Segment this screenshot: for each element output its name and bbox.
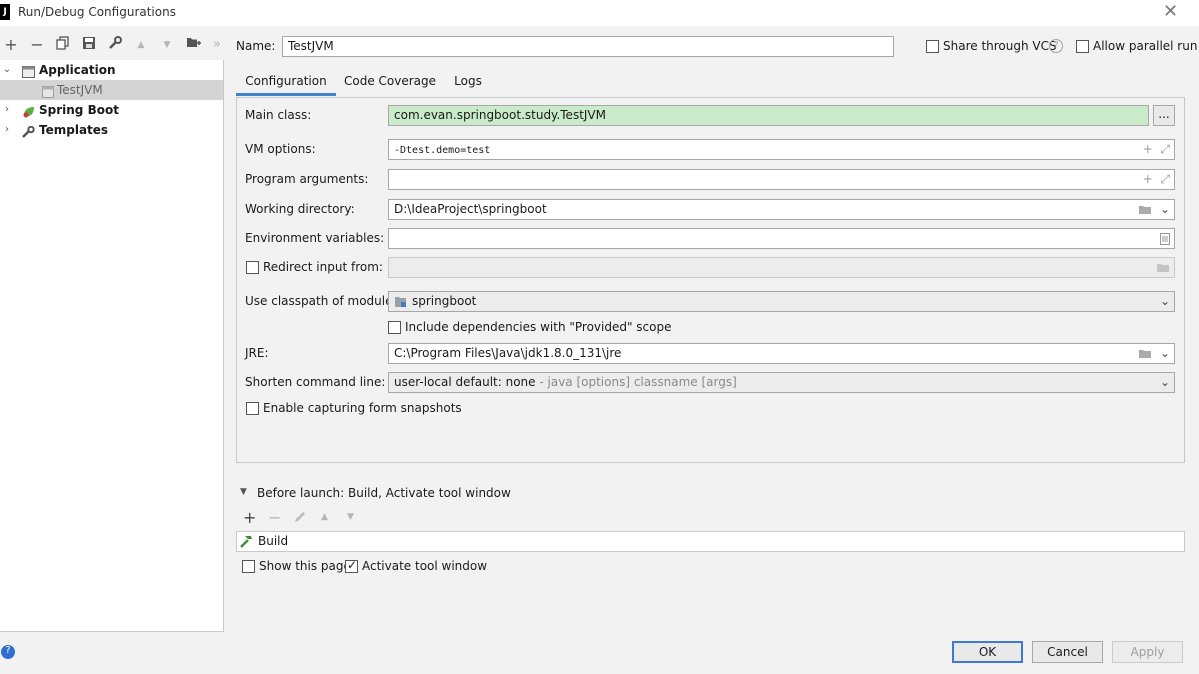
expand-icon[interactable]: + ⤢ xyxy=(1143,140,1170,159)
question-icon[interactable]: ? xyxy=(1049,39,1063,53)
working-dir-input[interactable]: D:\IdeaProject\springboot ⌄ xyxy=(388,199,1175,220)
hammer-icon xyxy=(239,534,254,552)
folder-add-icon[interactable] xyxy=(185,36,201,54)
move-task-up-icon: ▲ xyxy=(321,512,328,522)
browse-main-class-button[interactable]: ... xyxy=(1153,105,1175,126)
remove-icon[interactable]: − xyxy=(29,36,45,54)
redirect-input-label[interactable]: Redirect input from: xyxy=(263,260,383,274)
redirect-input-field xyxy=(388,257,1175,278)
tab-bar: Configuration Code Coverage Logs xyxy=(236,68,1184,97)
tree-item-spring-boot[interactable]: › Spring Boot xyxy=(0,100,223,120)
tree-item-label: Spring Boot xyxy=(39,103,119,117)
tree-item-label: Application xyxy=(39,63,116,77)
before-launch-task-list: Build xyxy=(236,531,1185,552)
jre-label: JRE: xyxy=(245,346,269,360)
show-page-label[interactable]: Show this page xyxy=(259,559,351,573)
ok-button[interactable]: OK xyxy=(952,641,1023,663)
vm-options-label: VM options: xyxy=(245,142,316,156)
title-bar: J Run/Debug Configurations ✕ xyxy=(0,0,1199,26)
edit-task-icon xyxy=(294,510,307,526)
chevron-down-icon[interactable]: ⌄ xyxy=(1160,292,1170,311)
activate-tool-window-checkbox[interactable] xyxy=(345,558,358,573)
shorten-value: user-local default: none xyxy=(394,375,536,389)
apply-button[interactable]: Apply xyxy=(1112,641,1183,663)
chevron-down-icon[interactable]: ⌄ xyxy=(1160,373,1170,392)
main-class-input[interactable]: com.evan.springboot.study.TestJVM xyxy=(388,105,1149,126)
wrench-icon[interactable] xyxy=(107,36,123,54)
configuration-tree: ⌄ Application TestJVM › Spring Boot › Te… xyxy=(0,60,224,632)
shorten-command-select[interactable]: user-local default: none - java [options… xyxy=(388,372,1175,393)
tab-configuration[interactable]: Configuration xyxy=(236,68,336,96)
config-toolbar: + − ▲ ▼ » xyxy=(0,36,224,56)
include-deps-label[interactable]: Include dependencies with "Provided" sco… xyxy=(405,320,672,334)
move-down-icon: ▼ xyxy=(163,40,171,50)
remove-task-icon: − xyxy=(268,508,282,527)
snapshots-label[interactable]: Enable capturing form snapshots xyxy=(263,401,462,415)
name-input[interactable]: TestJVM xyxy=(282,36,894,57)
spring-boot-icon xyxy=(22,104,34,118)
add-task-icon[interactable]: + xyxy=(243,508,256,527)
application-icon xyxy=(22,64,35,78)
module-folder-icon xyxy=(395,296,406,307)
vm-options-value: -Dtest.demo=test xyxy=(394,145,491,156)
share-vcs-checkbox[interactable] xyxy=(926,40,939,53)
classpath-module-select[interactable]: springboot ⌄ xyxy=(388,291,1175,312)
activate-tool-window-label[interactable]: Activate tool window xyxy=(362,559,487,573)
help-button[interactable]: ? xyxy=(1,645,15,659)
share-vcs-label[interactable]: Share through VCS xyxy=(943,39,1057,53)
move-task-down-icon: ▼ xyxy=(347,512,354,522)
working-dir-value: D:\IdeaProject\springboot xyxy=(394,202,547,216)
program-args-label: Program arguments: xyxy=(245,172,369,186)
wrench-icon xyxy=(22,124,35,138)
chevron-right-icon[interactable]: › xyxy=(2,100,12,120)
allow-parallel-label[interactable]: Allow parallel run xyxy=(1093,39,1197,53)
jre-select[interactable]: C:\Program Files\Java\jdk1.8.0_131\jre ⌄ xyxy=(388,343,1175,364)
tree-item-label: Templates xyxy=(39,123,109,137)
classpath-label: Use classpath of module: xyxy=(245,294,397,308)
include-deps-checkbox[interactable] xyxy=(388,321,401,334)
tree-item-templates[interactable]: › Templates xyxy=(0,120,223,140)
window-title: Run/Debug Configurations xyxy=(18,5,176,19)
document-icon[interactable] xyxy=(1160,229,1170,248)
jre-value: C:\Program Files\Java\jdk1.8.0_131\jre xyxy=(394,346,622,360)
save-icon[interactable] xyxy=(81,36,97,54)
cancel-button[interactable]: Cancel xyxy=(1032,641,1103,663)
run-config-icon xyxy=(42,84,54,98)
intellij-app-icon: J xyxy=(0,4,10,20)
allow-parallel-checkbox[interactable] xyxy=(1076,40,1089,53)
program-args-input[interactable]: + ⤢ xyxy=(388,169,1175,190)
tab-logs[interactable]: Logs xyxy=(446,68,490,96)
collapse-triangle-icon[interactable]: ▼ xyxy=(240,487,247,497)
tree-item-application[interactable]: ⌄ Application xyxy=(0,60,223,80)
folder-icon xyxy=(1156,258,1170,277)
env-vars-label: Environment variables: xyxy=(245,231,385,245)
close-icon[interactable]: ✕ xyxy=(1163,2,1178,22)
snapshots-checkbox[interactable] xyxy=(246,402,259,415)
env-vars-input[interactable] xyxy=(388,228,1175,249)
expand-icon[interactable]: + ⤢ xyxy=(1143,170,1170,189)
add-icon[interactable]: + xyxy=(3,36,19,54)
before-launch-title: Before launch: Build, Activate tool wind… xyxy=(257,486,511,500)
tab-code-coverage[interactable]: Code Coverage xyxy=(340,68,440,96)
folder-chevron-icon[interactable]: ⌄ xyxy=(1138,200,1170,219)
copy-icon[interactable] xyxy=(55,36,71,54)
shorten-label: Shorten command line: xyxy=(245,375,386,389)
classpath-value: springboot xyxy=(412,294,477,308)
folder-chevron-icon[interactable]: ⌄ xyxy=(1138,344,1170,363)
more-icon[interactable]: » xyxy=(209,36,225,54)
shorten-hint: - java [options] classname [args] xyxy=(539,375,737,389)
tree-item-label: TestJVM xyxy=(57,83,103,97)
redirect-input-checkbox[interactable] xyxy=(246,261,259,274)
task-build[interactable]: Build xyxy=(258,534,288,548)
move-up-icon: ▲ xyxy=(137,40,145,50)
show-page-checkbox[interactable] xyxy=(242,560,255,573)
tree-item-testjvm[interactable]: TestJVM xyxy=(0,80,223,100)
name-label: Name: xyxy=(236,39,276,53)
vm-options-input[interactable]: -Dtest.demo=test + ⤢ xyxy=(388,139,1175,160)
main-class-label: Main class: xyxy=(245,108,312,122)
chevron-right-icon[interactable]: › xyxy=(2,120,12,140)
chevron-down-icon[interactable]: ⌄ xyxy=(2,60,12,80)
working-dir-label: Working directory: xyxy=(245,202,355,216)
